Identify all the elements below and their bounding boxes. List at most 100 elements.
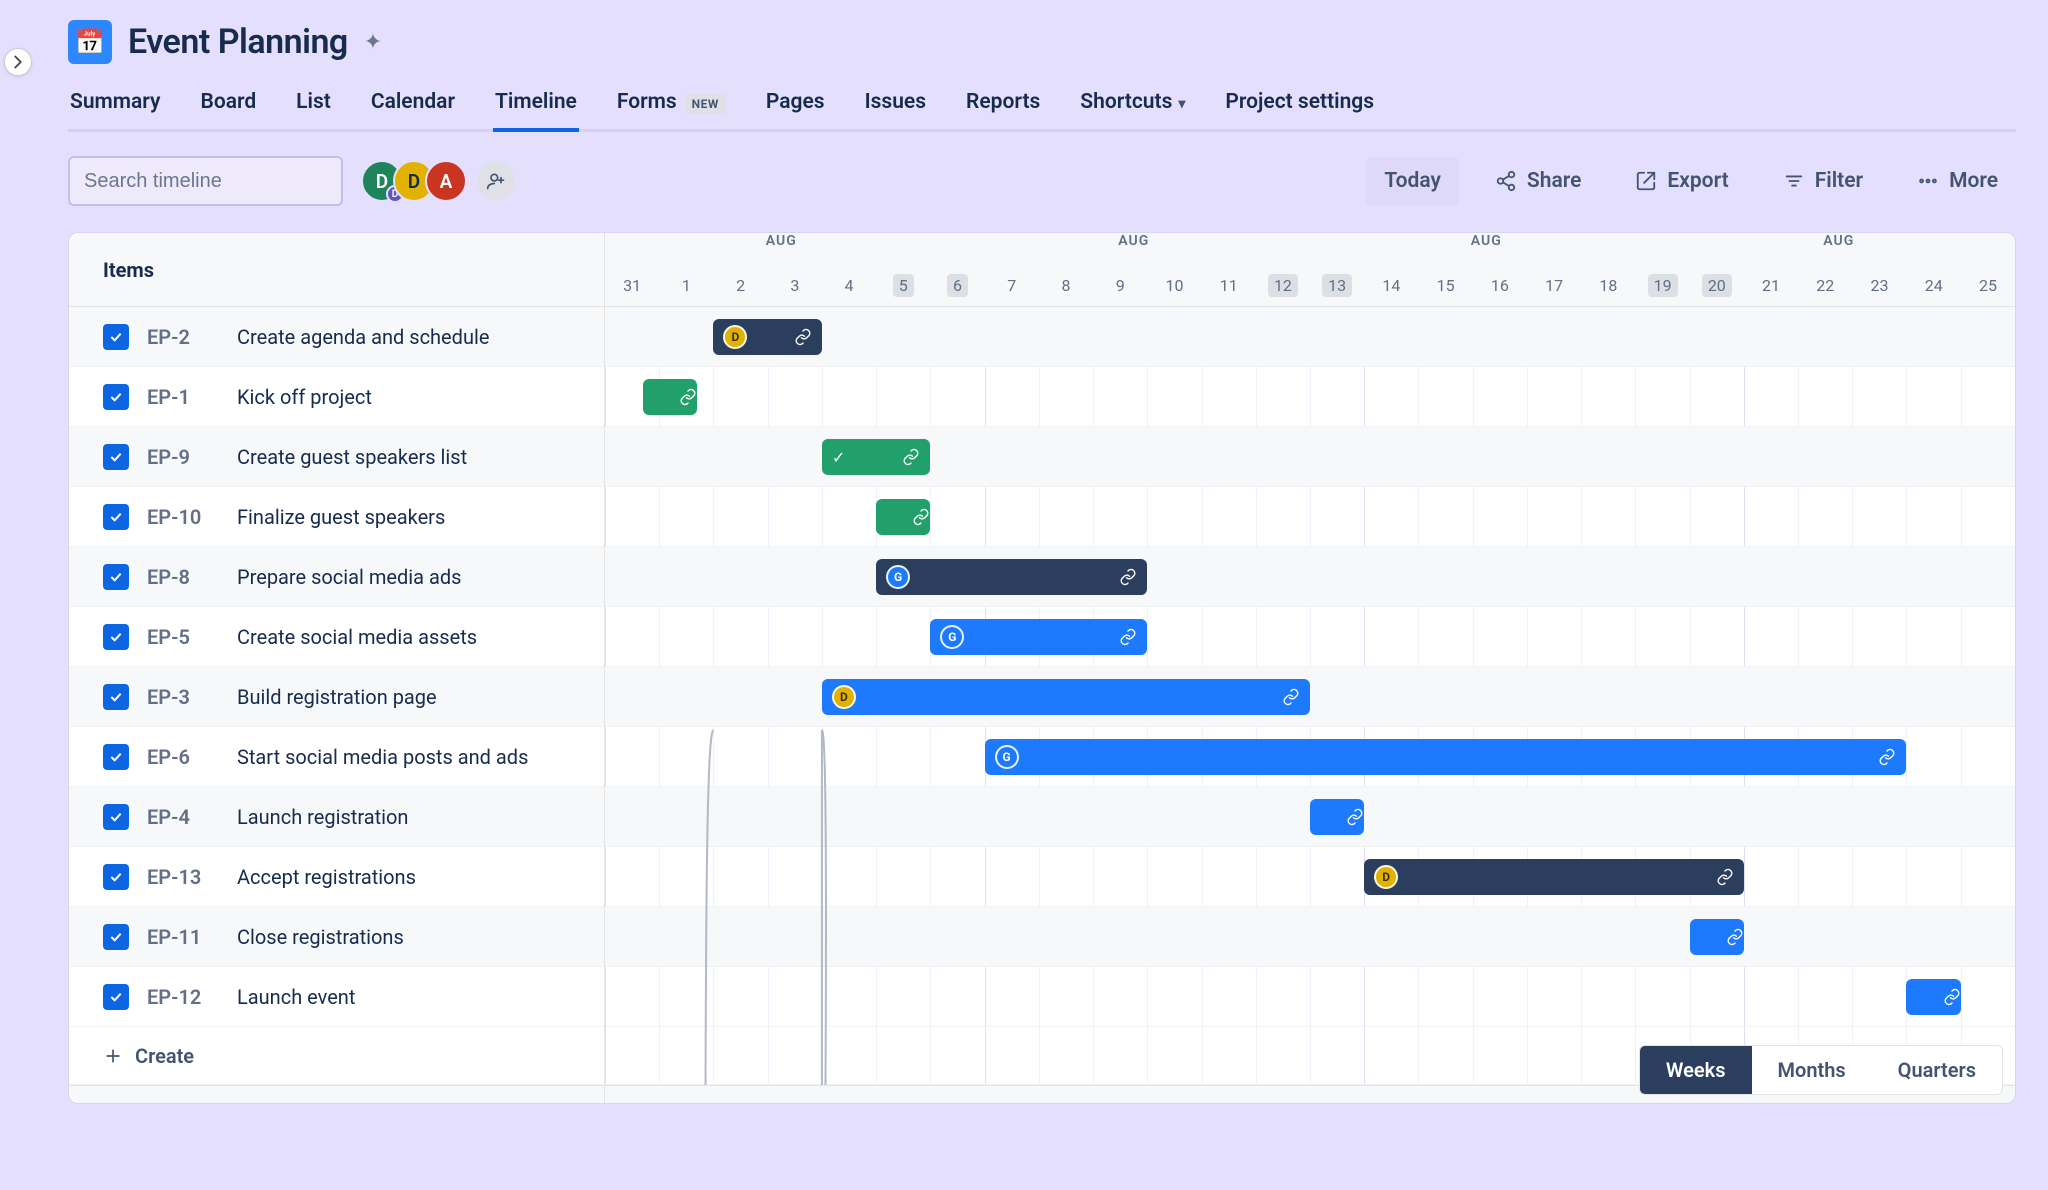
project-title: Event Planning <box>128 22 348 62</box>
more-button[interactable]: More <box>1899 157 2016 205</box>
today-button[interactable]: Today <box>1366 157 1459 205</box>
timeline-bar[interactable]: D <box>822 679 1310 715</box>
issue-key[interactable]: EP-5 <box>147 625 219 649</box>
timeline-row[interactable]: EP-9 Create guest speakers list <box>69 427 604 487</box>
tab-issues[interactable]: Issues <box>863 80 928 132</box>
more-icon <box>1917 170 1939 192</box>
timeline-row[interactable]: EP-1 Kick off project <box>69 367 604 427</box>
timeline-row[interactable]: EP-13 Accept registrations <box>69 847 604 907</box>
task-icon <box>103 324 129 350</box>
tab-pages[interactable]: Pages <box>764 80 827 132</box>
tab-summary[interactable]: Summary <box>68 80 162 132</box>
link-icon <box>679 388 697 406</box>
issue-title[interactable]: Create agenda and schedule <box>237 325 489 349</box>
issue-title[interactable]: Launch registration <box>237 805 408 829</box>
day-header: 3 <box>768 269 822 301</box>
issue-title[interactable]: Build registration page <box>237 685 437 709</box>
timeline-bar[interactable]: G <box>876 559 1147 595</box>
task-icon <box>103 624 129 650</box>
issue-key[interactable]: EP-8 <box>147 565 219 589</box>
timeline-row[interactable]: EP-2 Create agenda and schedule <box>69 307 604 367</box>
month-label: AUG <box>1310 233 1663 265</box>
day-header: 31 <box>605 269 659 301</box>
issue-title[interactable]: Create guest speakers list <box>237 445 467 469</box>
tab-project-settings[interactable]: Project settings <box>1223 80 1376 132</box>
add-people-button[interactable] <box>475 160 517 202</box>
tab-list[interactable]: List <box>294 80 333 132</box>
issue-title[interactable]: Prepare social media ads <box>237 565 461 589</box>
day-header: 15 <box>1419 269 1473 301</box>
issue-key[interactable]: EP-9 <box>147 445 219 469</box>
tab-calendar[interactable]: Calendar <box>369 80 457 132</box>
task-icon <box>103 684 129 710</box>
timeline-bar[interactable] <box>643 379 697 415</box>
link-icon <box>1282 688 1300 706</box>
issue-title[interactable]: Create social media assets <box>237 625 477 649</box>
timeline-bar[interactable]: G <box>985 739 1907 775</box>
issue-title[interactable]: Start social media posts and ads <box>237 745 528 769</box>
scale-months-button[interactable]: Months <box>1752 1046 1872 1094</box>
tab-reports[interactable]: Reports <box>964 80 1042 132</box>
day-header: 24 <box>1907 269 1961 301</box>
issue-title[interactable]: Kick off project <box>237 385 372 409</box>
day-header: 16 <box>1473 269 1527 301</box>
timeline-bar[interactable] <box>1906 979 1960 1015</box>
issue-key[interactable]: EP-11 <box>147 925 219 949</box>
issue-title[interactable]: Finalize guest speakers <box>237 505 445 529</box>
export-button[interactable]: Export <box>1617 157 1746 205</box>
timeline-bar[interactable] <box>876 499 930 535</box>
task-icon <box>103 384 129 410</box>
expand-sidebar-button[interactable] <box>4 48 32 76</box>
tab-forms[interactable]: FormsNEW <box>615 80 728 132</box>
task-icon <box>103 804 129 830</box>
search-input[interactable] <box>84 170 349 193</box>
day-header: 9 <box>1093 269 1147 301</box>
timeline-row[interactable]: EP-4 Launch registration <box>69 787 604 847</box>
issue-title[interactable]: Accept registrations <box>237 865 416 889</box>
filter-button[interactable]: Filter <box>1765 157 1881 205</box>
timeline-row[interactable]: EP-8 Prepare social media ads <box>69 547 604 607</box>
issue-key[interactable]: EP-3 <box>147 685 219 709</box>
timeline-row[interactable]: EP-6 Start social media posts and ads <box>69 727 604 787</box>
issue-key[interactable]: EP-2 <box>147 325 219 349</box>
timeline-row[interactable]: EP-11 Close registrations <box>69 907 604 967</box>
timeline-bar[interactable] <box>1690 919 1744 955</box>
timeline-bar[interactable]: G <box>930 619 1147 655</box>
issue-title[interactable]: Launch event <box>237 985 355 1009</box>
more-label: More <box>1949 169 1998 193</box>
issue-key[interactable]: EP-12 <box>147 985 219 1009</box>
task-icon <box>103 744 129 770</box>
timeline-bar[interactable]: D <box>713 319 821 355</box>
ai-sparkle-icon[interactable]: ✦ <box>364 30 382 55</box>
link-icon <box>794 328 812 346</box>
issue-key[interactable]: EP-10 <box>147 505 219 529</box>
timeline-bar[interactable]: ✓ <box>822 439 930 475</box>
tab-shortcuts[interactable]: Shortcuts▾ <box>1078 80 1187 132</box>
create-issue-button[interactable]: Create <box>69 1027 604 1085</box>
issue-key[interactable]: EP-1 <box>147 385 219 409</box>
issue-key[interactable]: EP-13 <box>147 865 219 889</box>
timeline-row[interactable]: EP-12 Launch event <box>69 967 604 1027</box>
timeline-row[interactable]: EP-10 Finalize guest speakers <box>69 487 604 547</box>
issue-title[interactable]: Close registrations <box>237 925 404 949</box>
timeline-row[interactable]: EP-5 Create social media assets <box>69 607 604 667</box>
tab-board[interactable]: Board <box>198 80 258 132</box>
assignee-avatar: G <box>886 565 910 589</box>
issue-key[interactable]: EP-4 <box>147 805 219 829</box>
timeline-row[interactable]: EP-3 Build registration page <box>69 667 604 727</box>
scale-quarters-button[interactable]: Quarters <box>1872 1046 2002 1094</box>
month-label: AUG <box>605 233 958 265</box>
issue-key[interactable]: EP-6 <box>147 745 219 769</box>
scale-weeks-button[interactable]: Weeks <box>1640 1046 1752 1094</box>
link-icon <box>1716 868 1734 886</box>
timeline-bar[interactable]: D <box>1364 859 1744 895</box>
day-header: 14 <box>1364 269 1418 301</box>
avatar[interactable]: A <box>425 160 467 202</box>
search-timeline[interactable] <box>68 156 343 206</box>
link-icon <box>1119 628 1137 646</box>
share-button[interactable]: Share <box>1477 157 1599 205</box>
timeline-bar[interactable] <box>1310 799 1364 835</box>
filter-label: Filter <box>1815 169 1863 193</box>
day-header: 13 <box>1310 269 1364 301</box>
tab-timeline[interactable]: Timeline <box>493 80 579 132</box>
